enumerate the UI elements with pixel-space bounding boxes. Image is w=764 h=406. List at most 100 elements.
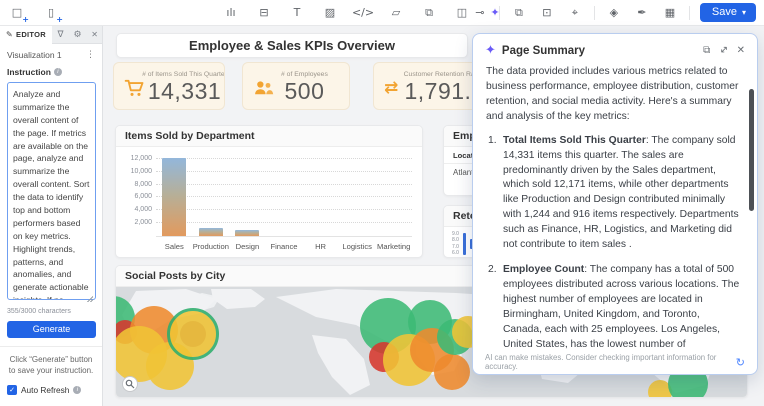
layers-button[interactable]: ◈ <box>605 4 623 22</box>
summary-header: ✦ Page Summary ⧉ ↕ ✕ <box>473 34 757 64</box>
summary-scrollbar-thumb[interactable] <box>749 89 754 211</box>
x-tick-label: HR <box>315 242 326 251</box>
tab-editor[interactable]: ✎ EDITOR <box>0 26 52 44</box>
ai-disclaimer: AI can make mistakes. Consider checking … <box>485 353 736 371</box>
editor-sidebar: ✎ EDITOR ∇ ⚙ ✕ Visualization 1 ⋮ Instruc… <box>0 26 103 406</box>
pencil-icon: ✎ <box>6 30 13 39</box>
top-toolbar: □+▯+ ılı⊟T▨</>▱⧉◫✦ ⊸⧉⊡⌖◈✒▦Save▾ <box>0 0 764 26</box>
generate-hint: Click “Generate” button to save your ins… <box>7 354 95 376</box>
add-widget-button[interactable]: ▯+ <box>42 4 60 22</box>
y-tick-label: 8,000 <box>134 181 152 188</box>
y-tick-label: 10,000 <box>131 168 152 175</box>
close-summary-icon[interactable]: ✕ <box>737 45 745 56</box>
gridline: 4,000 <box>156 209 412 210</box>
gridline: 10,000 <box>156 171 412 172</box>
retention-y-axis: 9.08.07.06.0 <box>452 231 459 256</box>
generate-button[interactable]: Generate <box>7 321 96 338</box>
summary-item-title: Employee Count <box>503 264 584 275</box>
link-button[interactable]: ⊸ <box>471 4 489 22</box>
app-window: □+▯+ ılı⊟T▨</>▱⧉◫✦ ⊸⧉⊡⌖◈✒▦Save▾ ✎ EDITOR… <box>0 0 764 406</box>
toolbar-divider <box>689 6 690 20</box>
y-tick-label: 4,000 <box>134 206 152 213</box>
save-button[interactable]: Save▾ <box>700 3 756 22</box>
add-page-button[interactable]: □+ <box>8 4 26 22</box>
chart-title: Items Sold by Department <box>116 126 422 147</box>
position-button[interactable]: ⌖ <box>566 4 584 22</box>
instruction-label: Instruction <box>7 67 51 77</box>
toolbar-left-group: □+ ▯+ <box>8 4 60 22</box>
resize-handle[interactable] <box>87 296 93 302</box>
chart-widget-button[interactable]: ılı <box>222 4 240 22</box>
checkbox-row-auto-refresh: ✓ Auto Refresh i <box>7 385 95 395</box>
sidebar-body: Visualization 1 ⋮ Instruction i Analyze … <box>0 44 102 406</box>
toolbar-right-group: ⊸ ⧉ ⊡ ⌖ ◈ ✒ ▦ Save▾ <box>471 3 756 22</box>
expand-icon[interactable]: ↕ <box>717 44 731 58</box>
x-tick-label: Marketing <box>377 242 410 251</box>
summary-title: Page Summary <box>502 45 585 57</box>
card-widget-button[interactable]: ⊟ <box>255 4 273 22</box>
map-bubble-orange[interactable] <box>434 354 470 390</box>
plus-badge-icon: + <box>56 15 63 24</box>
toolbar-divider <box>499 6 500 20</box>
y-tick-label: 12,000 <box>131 155 152 162</box>
container-widget-button[interactable]: ◫ <box>453 4 471 22</box>
gridline: 12,000 <box>156 158 412 159</box>
x-tick-label: Finance <box>270 242 297 251</box>
close-panel-icon[interactable]: ✕ <box>91 30 98 39</box>
x-tick-label: Sales <box>165 242 184 251</box>
kpi-value: 14,331 <box>148 78 221 105</box>
bar-production[interactable] <box>199 228 223 236</box>
instruction-input[interactable]: Analyze and summarize the overall conten… <box>7 82 96 300</box>
marquee-select-button[interactable]: ⊡ <box>538 4 556 22</box>
format-paint-button[interactable]: ✒ <box>633 4 651 22</box>
char-count: 355/3000 characters <box>7 308 95 315</box>
sidebar-tab-bar: ✎ EDITOR ∇ ⚙ ✕ <box>0 26 102 44</box>
schedule-button[interactable]: ▦ <box>661 4 679 22</box>
page-title: Employee & Sales KPIs Overview <box>116 33 468 58</box>
x-tick-label: Design <box>236 242 260 251</box>
x-tick-label: Production <box>193 242 229 251</box>
summary-item-title: Total Items Sold This Quarter <box>503 135 646 146</box>
items-sold-chart-card: Items Sold by Department 2,000 4,000 6,000… <box>115 125 423 258</box>
bar-sales[interactable] <box>162 158 186 236</box>
duplicate-widget-button[interactable]: ⧉ <box>420 4 438 22</box>
shape-widget-button[interactable]: ▱ <box>387 4 405 22</box>
x-tick-label: Logistics <box>342 242 372 251</box>
retention-tick-label: 6.0 <box>452 250 459 256</box>
image-widget-button[interactable]: ▨ <box>321 4 339 22</box>
text-widget-button[interactable]: T <box>288 4 306 22</box>
checkbox[interactable]: ✓ <box>7 385 17 395</box>
kpi-items-sold[interactable]: # of Items Sold This Quarter 14,331 <box>113 62 225 110</box>
html-widget-button[interactable]: </> <box>354 4 372 22</box>
refresh-icon[interactable]: ↻ <box>736 356 745 369</box>
editor-checkboxes: ✓Auto Refreshi✓Display in Consumption <box>7 385 95 406</box>
filter-tab-icon[interactable]: ∇ <box>52 30 69 40</box>
map-bubble-core <box>180 321 206 347</box>
sync-icon: ⇄ <box>384 78 398 98</box>
map-zoom-button[interactable] <box>122 376 138 392</box>
save-button-label: Save <box>712 6 737 18</box>
summary-body: The data provided includes various metri… <box>486 65 741 349</box>
bar-design[interactable] <box>235 230 259 236</box>
summary-item-number: 2. <box>488 263 497 278</box>
map-bubble-yellow[interactable] <box>167 308 219 360</box>
visualization-label: Visualization 1 <box>7 50 62 60</box>
retention-bar[interactable] <box>463 233 466 255</box>
toolbar-divider <box>594 6 595 20</box>
cart-icon <box>124 78 146 98</box>
info-icon: i <box>73 386 81 394</box>
instruction-row: Instruction i <box>7 67 95 77</box>
summary-item-number: 1. <box>488 134 497 149</box>
magnifier-icon <box>125 379 135 389</box>
kebab-menu-icon[interactable]: ⋮ <box>86 50 95 60</box>
sidebar-divider <box>0 346 102 347</box>
gridline: 6,000 <box>156 196 412 197</box>
y-tick-label: 2,000 <box>134 219 152 226</box>
copy-summary-icon[interactable]: ⧉ <box>703 45 710 56</box>
checkbox-label: Auto Refresh <box>21 385 69 395</box>
kpi-employees[interactable]: # of Employees 500 <box>242 62 350 110</box>
summary-item: 2.Employee Count: The company has a tota… <box>486 263 741 349</box>
chart-x-axis: Sales Production Design Finance HR Logistics M… <box>156 242 412 254</box>
copy-button[interactable]: ⧉ <box>510 4 528 22</box>
settings-tab-icon[interactable]: ⚙ <box>69 30 86 40</box>
